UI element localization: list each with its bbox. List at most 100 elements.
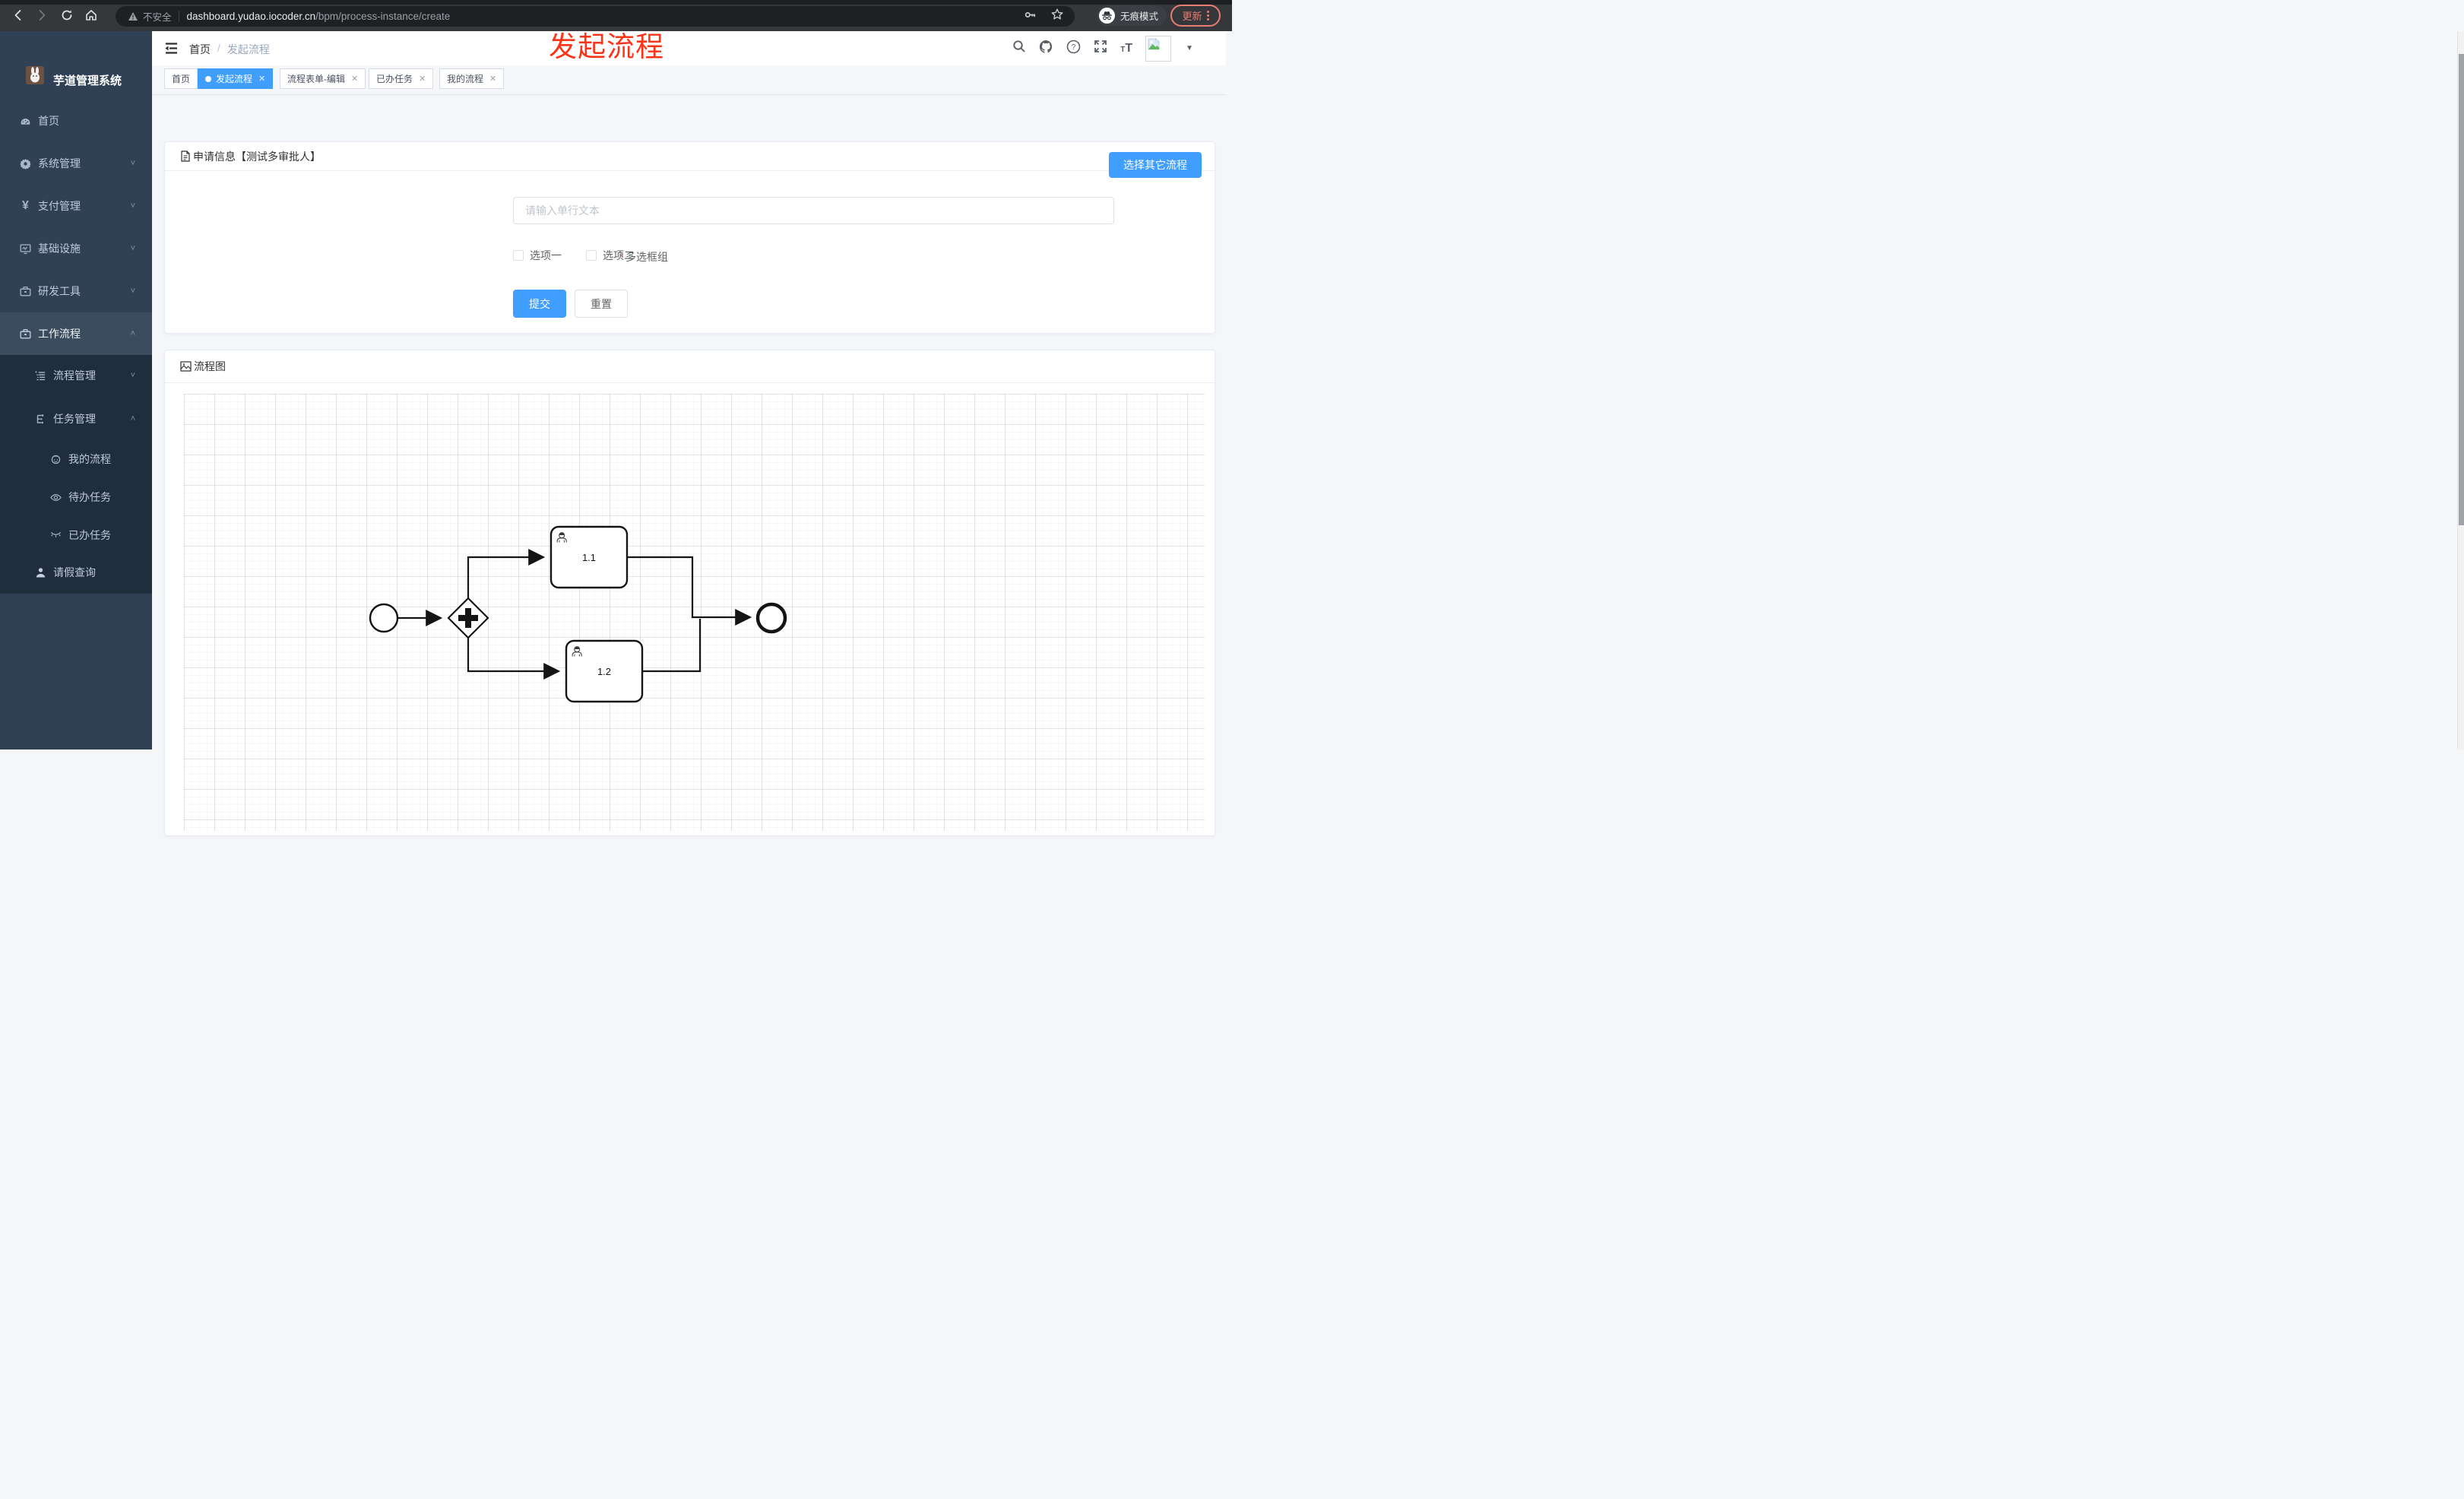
tab-done-tasks[interactable]: 已办任务 ✕ bbox=[369, 68, 434, 89]
active-dot bbox=[205, 75, 211, 82]
close-icon[interactable]: ✕ bbox=[258, 74, 265, 84]
sidebar-item-system[interactable]: 系统管理 ˅ bbox=[0, 142, 152, 185]
breadcrumb-separator: / bbox=[217, 42, 220, 54]
task-label: 1.2 bbox=[597, 666, 611, 677]
tab-label: 已办任务 bbox=[376, 74, 413, 84]
search-icon[interactable] bbox=[1012, 40, 1026, 57]
incognito-label: 无痕模式 bbox=[1120, 11, 1159, 22]
tab-label: 发起流程 bbox=[216, 74, 253, 84]
sidebar-item-label: 流程管理 bbox=[53, 369, 96, 382]
bpmn-start-event[interactable] bbox=[369, 603, 399, 633]
sidebar-item-infra[interactable]: 基础设施 ˅ bbox=[0, 227, 152, 270]
eye-open-icon bbox=[50, 493, 62, 502]
bpmn-parallel-gateway[interactable] bbox=[447, 597, 489, 639]
tab-start-process[interactable]: 发起流程 ✕ bbox=[198, 68, 274, 89]
sidebar-item-label: 系统管理 bbox=[38, 157, 81, 170]
page-scrollbar[interactable] bbox=[2457, 31, 2464, 750]
flow-edge-task2-join bbox=[642, 619, 702, 673]
sidebar-item-label: 基础设施 bbox=[38, 242, 81, 255]
update-label[interactable]: 更新 bbox=[1182, 8, 1202, 23]
forward-icon[interactable] bbox=[34, 8, 49, 24]
sidebar-item-process-mgmt[interactable]: 流程管理 ˅ bbox=[0, 357, 152, 395]
reset-button[interactable]: 重置 bbox=[575, 290, 628, 318]
url-host[interactable]: dashboard.yudao.iocoder.cn bbox=[187, 11, 316, 22]
apply-info-card: 申请信息【测试多审批人】 选择其它流程 *单行文本 *多选框组 选项一 选项二 … bbox=[164, 141, 1215, 334]
list-icon bbox=[35, 370, 46, 382]
bpmn-canvas[interactable]: 1.1 1.2 bbox=[184, 394, 1205, 831]
fullscreen-icon[interactable] bbox=[1094, 40, 1107, 57]
sidebar-item-workflow[interactable]: 工作流程 ˄ bbox=[0, 312, 152, 355]
chevron-down-icon: ˅ bbox=[130, 244, 135, 253]
sidebar-item-my-process[interactable]: 我的流程 bbox=[0, 440, 152, 478]
submit-button[interactable]: 提交 bbox=[513, 290, 566, 318]
sidebar-item-payment[interactable]: ¥ 支付管理 ˅ bbox=[0, 185, 152, 227]
briefcase-icon bbox=[20, 328, 31, 340]
annotation-text: 发起流程 bbox=[549, 31, 664, 62]
sidebar-item-label: 任务管理 bbox=[53, 413, 96, 425]
chevron-down-icon: ˅ bbox=[130, 159, 135, 168]
app-logo bbox=[26, 66, 44, 84]
help-icon[interactable]: ? bbox=[1066, 40, 1081, 58]
task-label: 1.1 bbox=[582, 552, 596, 563]
option1-checkbox[interactable] bbox=[513, 250, 524, 261]
sidebar: 芋道管理系统 首页 系统管理 ˅ ¥ 支付管理 ˅ 基础设施 ˅ 研发工具 ˅ bbox=[0, 31, 152, 750]
flow-edge-gateway-task2 bbox=[467, 638, 561, 680]
reload-icon[interactable] bbox=[59, 8, 74, 24]
single-line-text-input[interactable] bbox=[513, 197, 1114, 224]
picture-icon bbox=[180, 361, 192, 372]
breadcrumb-home[interactable]: 首页 bbox=[189, 42, 211, 57]
browser-tabstrip bbox=[0, 0, 1232, 5]
incognito-badge: 无痕模式 bbox=[1097, 5, 1167, 26]
tags-view-bar: 首页 发起流程 ✕ 流程表单-编辑 ✕ 已办任务 ✕ 我的流程 ✕ bbox=[152, 65, 1226, 95]
key-icon[interactable] bbox=[1024, 8, 1037, 25]
flow-card-title: 流程图 bbox=[194, 360, 226, 372]
bpmn-user-task-1[interactable]: 1.1 bbox=[549, 525, 629, 589]
eye-closed-icon bbox=[50, 531, 62, 540]
sidebar-item-devtools[interactable]: 研发工具 ˅ bbox=[0, 270, 152, 312]
home-icon[interactable] bbox=[84, 8, 99, 24]
sidebar-item-home[interactable]: 首页 bbox=[0, 100, 152, 142]
browser-update-button[interactable]: 更新 bbox=[1170, 5, 1221, 27]
bpmn-end-event[interactable] bbox=[755, 602, 787, 634]
github-icon[interactable] bbox=[1039, 40, 1053, 58]
avatar[interactable] bbox=[1145, 35, 1172, 62]
app-logo-row[interactable]: 芋道管理系统 bbox=[0, 31, 152, 100]
sidebar-item-leave-query[interactable]: 请假查询 bbox=[0, 553, 152, 591]
yen-icon: ¥ bbox=[22, 199, 29, 212]
tab-label: 首页 bbox=[172, 74, 191, 84]
security-warning-icon[interactable] bbox=[128, 11, 138, 21]
font-size-icon[interactable]: TT bbox=[1120, 42, 1132, 55]
browser-menu-icon[interactable] bbox=[1206, 11, 1209, 21]
sidebar-item-todo-tasks[interactable]: 待办任务 bbox=[0, 478, 152, 516]
security-label[interactable]: 不安全 bbox=[143, 9, 172, 24]
sidebar-item-label: 支付管理 bbox=[38, 200, 81, 212]
sidebar-item-task-mgmt[interactable]: 任务管理 ˄ bbox=[0, 400, 152, 438]
close-icon[interactable]: ✕ bbox=[489, 74, 496, 84]
flow-edge-task1-end bbox=[627, 556, 752, 626]
incognito-icon bbox=[1099, 8, 1115, 24]
close-icon[interactable]: ✕ bbox=[351, 74, 358, 84]
choose-other-process-button[interactable]: 选择其它流程 bbox=[1109, 152, 1202, 178]
sidebar-item-done-tasks[interactable]: 已办任务 bbox=[0, 516, 152, 554]
sidebar-item-label: 我的流程 bbox=[68, 453, 111, 465]
scrollbar-thumb[interactable] bbox=[2459, 54, 2464, 525]
sidebar-item-label: 已办任务 bbox=[68, 529, 111, 541]
chevron-down-icon[interactable]: ▼ bbox=[1186, 44, 1193, 52]
option2-label[interactable]: 选项二 bbox=[603, 248, 635, 263]
bpmn-user-task-2[interactable]: 1.2 bbox=[565, 639, 644, 703]
sidebar-item-label: 待办任务 bbox=[68, 491, 111, 503]
option2-checkbox[interactable] bbox=[586, 250, 597, 261]
tab-form-edit[interactable]: 流程表单-编辑 ✕ bbox=[280, 68, 366, 89]
breadcrumb: 首页 / 发起流程 bbox=[189, 42, 270, 57]
option1-label[interactable]: 选项一 bbox=[530, 248, 562, 263]
close-icon[interactable]: ✕ bbox=[419, 74, 426, 84]
tab-label: 流程表单-编辑 bbox=[287, 74, 345, 84]
tab-home[interactable]: 首页 bbox=[164, 68, 198, 89]
sidebar-item-label: 请假查询 bbox=[53, 566, 96, 578]
document-icon bbox=[181, 151, 190, 162]
url-path[interactable]: /bpm/process-instance/create bbox=[315, 11, 450, 22]
sidebar-toggle-icon[interactable] bbox=[164, 41, 179, 55]
back-icon[interactable] bbox=[11, 8, 26, 24]
tab-my-process[interactable]: 我的流程 ✕ bbox=[439, 68, 505, 89]
bookmark-star-icon[interactable] bbox=[1050, 8, 1064, 25]
